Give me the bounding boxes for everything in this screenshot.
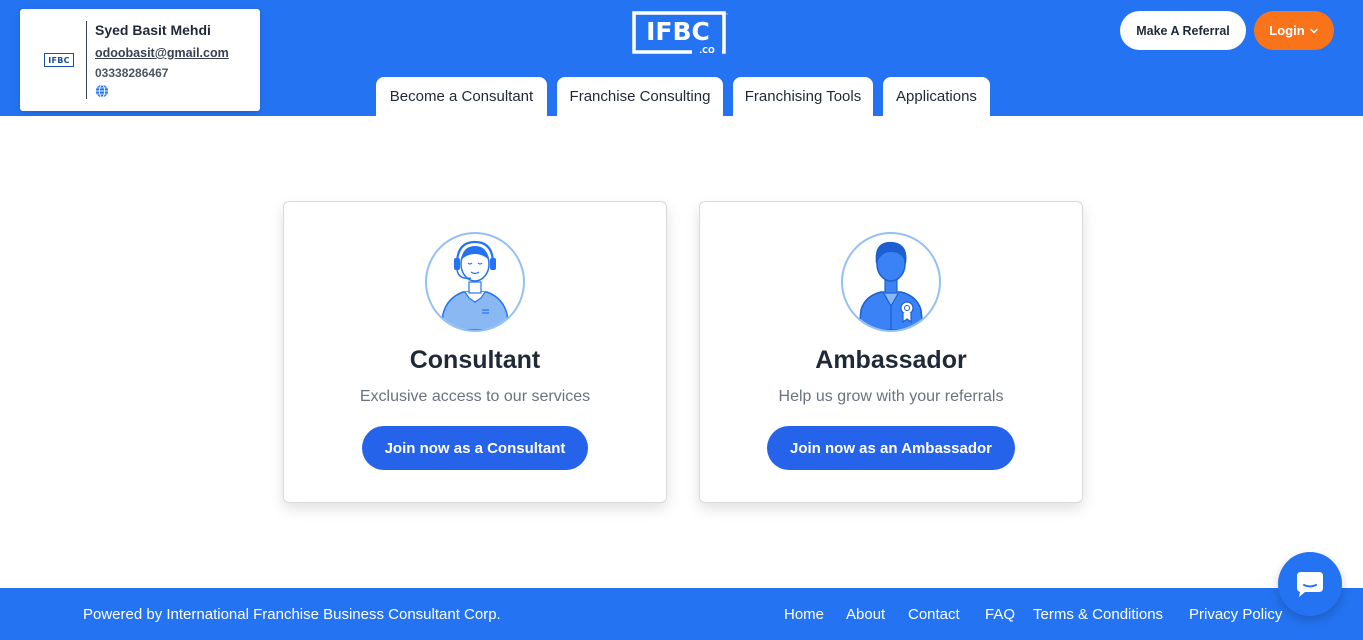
footer-link-privacy[interactable]: Privacy Policy (1189, 606, 1282, 623)
globe-icon[interactable] (95, 84, 109, 98)
make-referral-button[interactable]: Make A Referral (1120, 11, 1246, 50)
svg-text:IFBC: IFBC (646, 17, 710, 46)
tab-franchise-consulting[interactable]: Franchise Consulting (557, 77, 723, 116)
chat-bubble-icon (1297, 572, 1323, 597)
profile-email-link[interactable]: odoobasit@gmail.com (95, 46, 229, 60)
join-ambassador-button[interactable]: Join now as an Ambassador (767, 426, 1015, 470)
login-button[interactable]: Login (1254, 11, 1334, 50)
consultant-title: Consultant (409, 346, 541, 374)
footer-link-contact[interactable]: Contact (908, 606, 960, 623)
consultant-subtitle: Exclusive access to our services (359, 388, 591, 405)
tab-applications[interactable]: Applications (883, 77, 990, 116)
join-consultant-button[interactable]: Join now as a Consultant (362, 426, 588, 470)
profile-name: Syed Basit Mehdi (95, 22, 211, 38)
profile-card: IFBC Syed Basit Mehdi odoobasit@gmail.co… (20, 9, 260, 111)
footer-link-faq[interactable]: FAQ (985, 606, 1015, 623)
profile-phone: 03338286467 (95, 66, 169, 80)
footer-link-terms[interactable]: Terms & Conditions (1033, 606, 1163, 623)
ambassador-subtitle: Help us grow with your referrals (778, 388, 1004, 405)
footer-powered-by: Powered by International Franchise Busin… (83, 606, 501, 623)
chat-button[interactable] (1278, 552, 1342, 616)
consultant-card: Consultant Exclusive access to our servi… (283, 201, 667, 503)
chevron-down-icon (1309, 28, 1318, 33)
ambassador-title: Ambassador (815, 346, 967, 374)
footer: Powered by International Franchise Busin… (0, 588, 1363, 640)
brand-logo[interactable]: IFBC .CO ™ (632, 11, 728, 55)
profile-divider (86, 21, 87, 99)
ambassador-card: Ambassador Help us grow with your referr… (699, 201, 1083, 503)
ambassador-badge-icon (841, 232, 941, 332)
svg-text:.CO: .CO (699, 46, 715, 55)
login-label: Login (1269, 23, 1305, 38)
consultant-headset-icon (425, 232, 525, 332)
tab-become-a-consultant[interactable]: Become a Consultant (376, 77, 547, 116)
ifbc-logo: IFBC (44, 53, 74, 67)
footer-link-home[interactable]: Home (784, 606, 824, 623)
tab-franchising-tools[interactable]: Franchising Tools (733, 77, 873, 116)
svg-text:™: ™ (724, 13, 729, 19)
top-header: IFBC Syed Basit Mehdi odoobasit@gmail.co… (0, 0, 1363, 116)
footer-link-about[interactable]: About (846, 606, 885, 623)
